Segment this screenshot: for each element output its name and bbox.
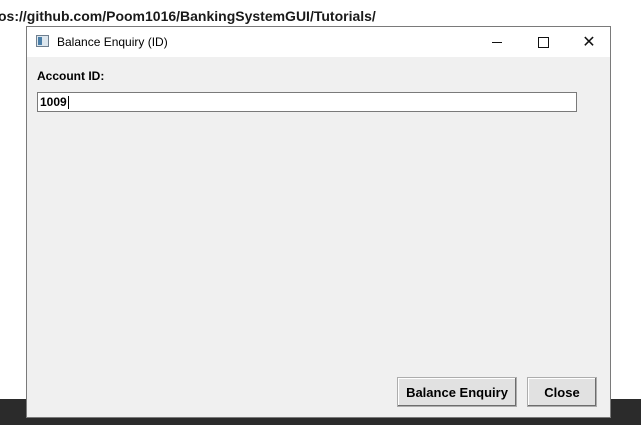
minimize-icon bbox=[492, 41, 502, 43]
minimize-button[interactable] bbox=[474, 27, 520, 57]
title-bar[interactable]: Balance Enquiry (ID) ✕ bbox=[27, 27, 610, 57]
text-caret bbox=[67, 95, 69, 109]
close-window-button[interactable]: ✕ bbox=[566, 27, 612, 57]
account-id-input[interactable]: 1009 bbox=[37, 92, 577, 112]
app-window-icon bbox=[36, 35, 49, 47]
close-icon: ✕ bbox=[582, 32, 596, 51]
maximize-icon bbox=[537, 36, 549, 48]
maximize-button[interactable] bbox=[520, 27, 566, 57]
account-id-label: Account ID: bbox=[37, 69, 105, 83]
background-url-text: os://github.com/Poom1016/BankingSystemGU… bbox=[0, 8, 376, 24]
close-button[interactable]: Close bbox=[527, 377, 597, 407]
account-id-value: 1009 bbox=[40, 95, 67, 109]
balance-enquiry-button[interactable]: Balance Enquiry bbox=[397, 377, 517, 407]
balance-enquiry-window: Balance Enquiry (ID) ✕ Account ID: 1009 … bbox=[26, 26, 611, 418]
window-title: Balance Enquiry (ID) bbox=[57, 35, 168, 49]
